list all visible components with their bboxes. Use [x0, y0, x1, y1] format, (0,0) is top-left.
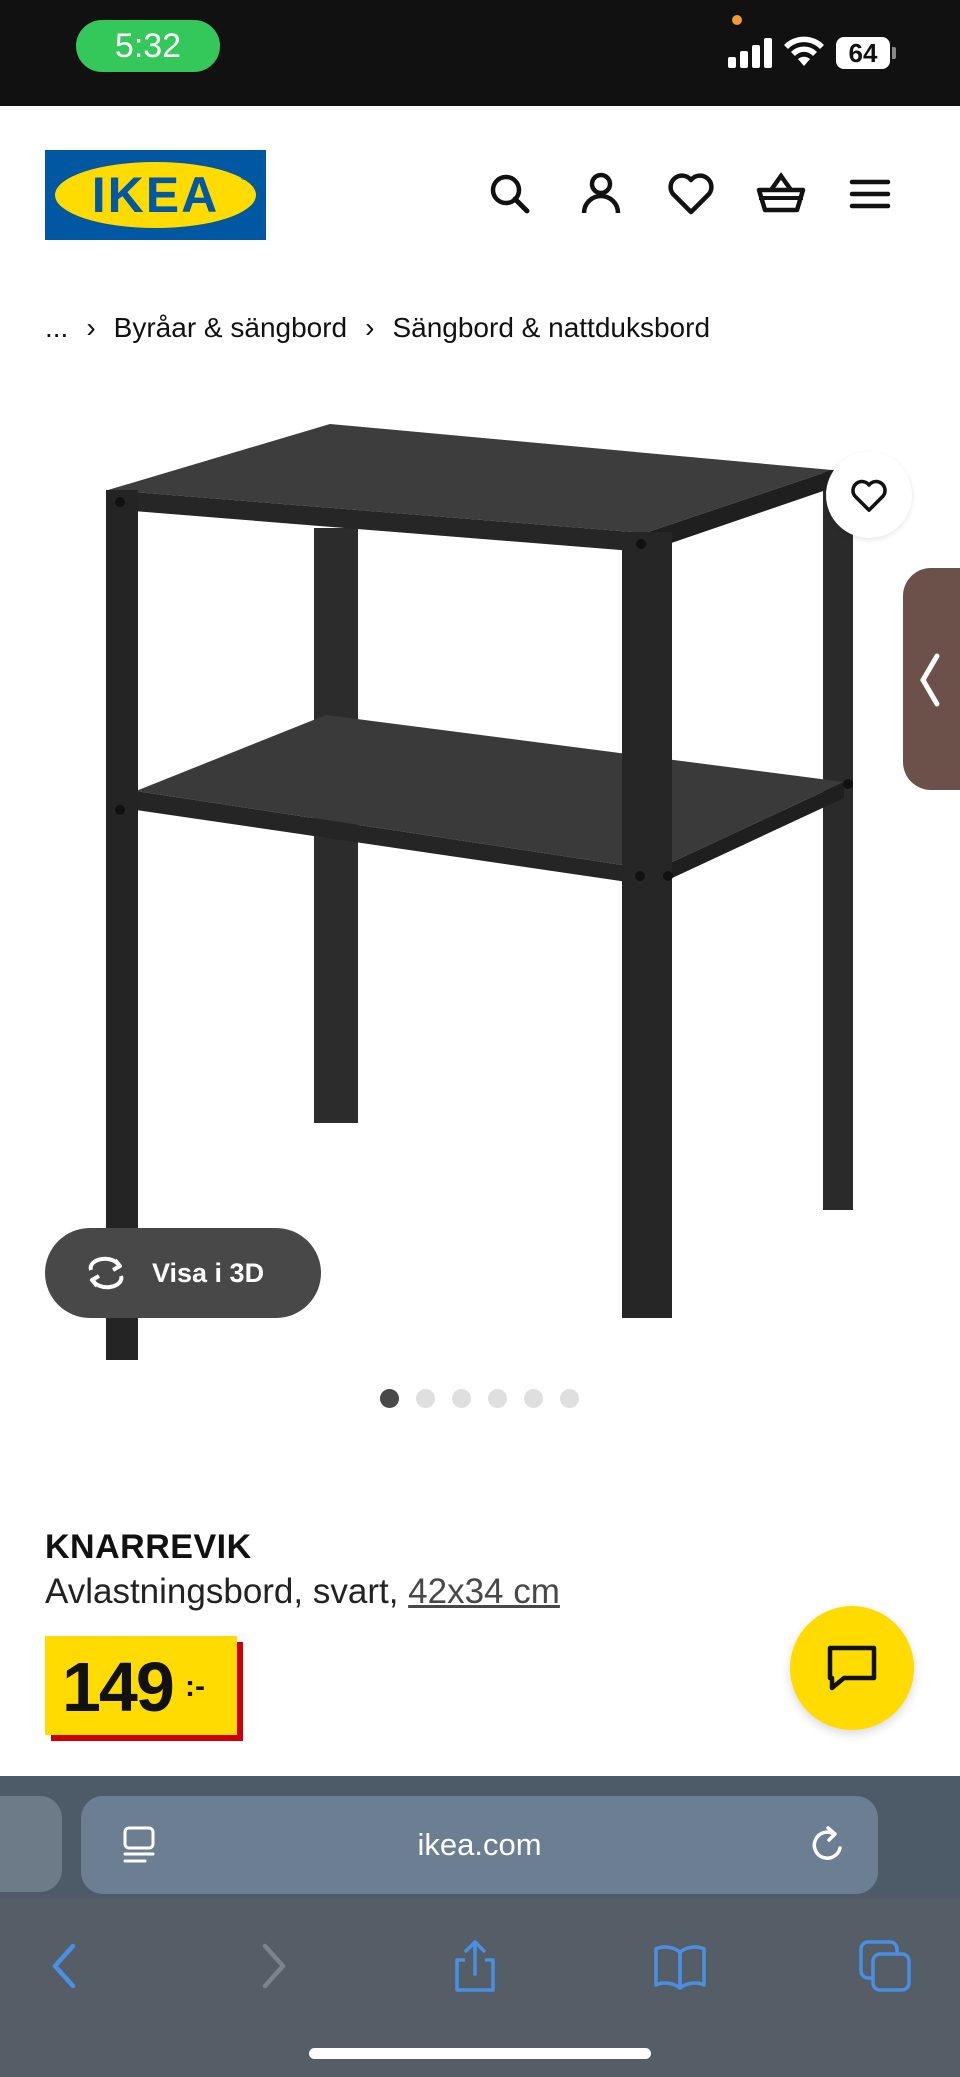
chevron-left-icon — [920, 653, 940, 707]
chevron-right-icon: › — [86, 312, 96, 343]
signal-icon — [728, 38, 772, 68]
carousel-dot[interactable] — [524, 1389, 543, 1408]
product-description: Avlastningsbord, svart, 42x34 cm — [45, 1572, 560, 1612]
product-name: KNARREVIK — [45, 1528, 252, 1566]
url-bar[interactable]: ikea.com — [81, 1796, 878, 1894]
status-bar: 5:32 64 — [0, 0, 960, 106]
previous-tab-preview[interactable] — [0, 1796, 62, 1892]
book-icon — [654, 1945, 706, 1990]
status-time: 5:32 — [76, 20, 220, 72]
reload-icon[interactable] — [808, 1824, 848, 1866]
carousel-dot[interactable] — [416, 1389, 435, 1408]
address-bar-area: ikea.com — [0, 1776, 960, 1898]
user-icon[interactable] — [573, 166, 629, 222]
carousel-dot[interactable] — [380, 1389, 399, 1408]
product-size-link[interactable]: 42x34 cm — [408, 1572, 560, 1611]
product-image[interactable] — [0, 380, 960, 1360]
breadcrumb-item-byraar[interactable]: Byråar & sängbord — [114, 312, 347, 344]
back-button[interactable] — [37, 1938, 93, 1994]
forward-button[interactable] — [245, 1938, 301, 1994]
url-text: ikea.com — [417, 1827, 542, 1862]
chevron-right-icon — [262, 1943, 286, 1989]
battery-level: 64 — [836, 37, 890, 69]
basket-icon[interactable] — [753, 166, 809, 222]
favorite-button[interactable] — [826, 452, 912, 538]
site-header: IKEA ® — [0, 106, 960, 286]
search-icon[interactable] — [482, 166, 538, 222]
breadcrumb-item-sangbord[interactable]: Sängbord & nattduksbord — [392, 312, 710, 344]
heart-icon — [851, 479, 887, 512]
chevron-right-icon: › — [365, 312, 375, 343]
chat-icon — [827, 1645, 877, 1691]
carousel-dots — [380, 1389, 579, 1409]
menu-icon[interactable] — [842, 166, 898, 222]
ikea-logo[interactable]: IKEA ® — [45, 150, 266, 240]
view-3d-button[interactable]: Visa i 3D — [45, 1228, 321, 1318]
rotate-3d-icon — [88, 1256, 124, 1290]
browser-chrome: ikea.com — [0, 1776, 960, 2077]
battery-icon: 64 — [836, 37, 896, 69]
share-icon — [455, 1940, 495, 1992]
bookmarks-button[interactable] — [652, 1938, 708, 1994]
wifi-icon — [784, 36, 824, 66]
carousel-dot[interactable] — [560, 1389, 579, 1408]
breadcrumb: ... › Byråar & sängbord › Sängbord & nat… — [45, 308, 710, 348]
home-indicator[interactable] — [309, 2048, 651, 2059]
chevron-left-icon — [52, 1943, 76, 1989]
carousel-dot[interactable] — [488, 1389, 507, 1408]
carousel-dot[interactable] — [452, 1389, 471, 1408]
product-description-text: Avlastningsbord, svart, — [45, 1572, 399, 1611]
tabs-icon — [859, 1940, 911, 1992]
side-panel-tab[interactable] — [903, 568, 960, 790]
price-tag: 149 :- — [45, 1636, 237, 1735]
chat-button[interactable] — [790, 1606, 914, 1730]
logo-text: IKEA — [91, 167, 220, 223]
view-3d-label: Visa i 3D — [152, 1258, 265, 1288]
privacy-indicator-dot — [732, 15, 742, 25]
breadcrumb-ellipsis[interactable]: ... — [45, 312, 68, 344]
price-suffix: :- — [185, 1670, 205, 1703]
price-value: 149 — [62, 1648, 175, 1726]
heart-icon[interactable] — [663, 166, 719, 222]
share-button[interactable] — [447, 1938, 503, 1994]
tabs-button[interactable] — [857, 1938, 913, 1994]
